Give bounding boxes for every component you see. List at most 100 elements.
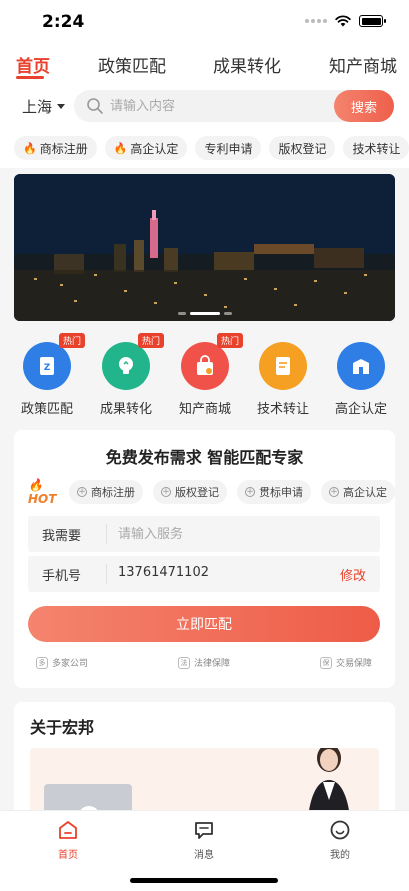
flame-icon: 🔥 <box>28 478 43 492</box>
shield-icon: 多 <box>36 656 48 669</box>
tab-policy-match[interactable]: 政策匹配 <box>98 52 166 77</box>
quick-tag-label: 高企认定 <box>130 141 179 156</box>
need-input[interactable] <box>118 516 338 552</box>
bottom-tab-home[interactable]: 首页 <box>38 819 98 861</box>
home-icon <box>59 821 77 839</box>
profile-icon <box>330 820 350 840</box>
building-icon <box>337 342 385 390</box>
bottom-tab-bar: 首页 消息 我的 <box>0 810 409 891</box>
battery-icon <box>359 15 386 27</box>
need-field: 我需要 <box>28 516 380 552</box>
match-now-button[interactable]: 立即匹配 <box>28 606 380 642</box>
carousel-indicator <box>177 312 232 315</box>
quick-tag-trademark[interactable]: 🔥 商标注册 <box>14 136 97 160</box>
shield-icon: 保 <box>320 656 332 669</box>
guarantee-transaction: 保交易保障 <box>320 656 372 669</box>
hot-chip-high-tech[interactable]: + 高企认定 <box>321 480 395 504</box>
grid-item-label: 成果转化 <box>99 402 152 417</box>
modify-phone-link[interactable]: 修改 <box>340 565 366 584</box>
shopping-bag-icon: 热门 <box>181 333 243 390</box>
search-bar: 搜索 <box>74 90 394 122</box>
quick-tag-high-tech[interactable]: 🔥 高企认定 <box>104 136 188 160</box>
hot-chip-standard[interactable]: + 贯标申请 <box>237 480 311 504</box>
flame-icon: 🔥 <box>113 141 128 155</box>
guarantee-label: 法律保障 <box>194 659 231 669</box>
service-grid: Z 热门 政策匹配 热门 成果转化 热门 知产商城 技术转让 高企认定 <box>0 333 409 420</box>
hot-logo: 🔥HOT <box>28 478 59 506</box>
bottom-tab-label: 消息 <box>194 850 214 861</box>
grid-item-label: 政策匹配 <box>20 402 73 417</box>
phone-value: 13761471102 <box>118 565 209 580</box>
signal-icon <box>305 19 327 23</box>
quick-tag-patent[interactable]: 专利申请 <box>195 136 262 160</box>
hot-badge: 热门 <box>137 333 164 348</box>
hot-badge: 热门 <box>58 333 85 348</box>
grid-item-high-tech-certification[interactable]: 高企认定 <box>321 334 401 417</box>
phone-label: 手机号 <box>42 569 82 584</box>
guarantees-row: 多多家公司 法法律保障 保交易保障 <box>14 656 395 672</box>
status-bar: 2:24 <box>0 0 409 46</box>
plus-icon: + <box>329 487 339 497</box>
guarantee-label: 交易保障 <box>336 659 373 669</box>
bottom-tab-messages[interactable]: 消息 <box>174 819 234 861</box>
grid-item-label: 高企认定 <box>334 402 387 417</box>
grid-item-policy-match[interactable]: Z 热门 政策匹配 <box>7 333 87 417</box>
bulb-icon: 热门 <box>102 333 164 390</box>
city-selector[interactable]: 上海 <box>22 96 66 117</box>
grid-item-tech-transfer[interactable]: 技术转让 <box>243 334 323 417</box>
field-divider <box>106 524 107 544</box>
grid-item-ip-mall[interactable]: 热门 知产商城 <box>165 333 245 417</box>
bottom-tab-label: 首页 <box>58 850 78 861</box>
quick-tag-tech-transfer[interactable]: 技术转让 <box>343 136 409 160</box>
status-icons <box>305 15 386 27</box>
banner-carousel[interactable] <box>14 174 395 321</box>
plus-icon: + <box>77 487 87 497</box>
quick-tag-copyright[interactable]: 版权登记 <box>269 136 336 160</box>
about-card: 关于宏邦 <box>14 702 395 822</box>
plus-icon: + <box>245 487 255 497</box>
phone-field: 手机号 13761471102 修改 <box>28 556 380 592</box>
hot-chip-label: 高企认定 <box>343 486 387 499</box>
tab-ip-mall[interactable]: 知产商城 <box>329 52 397 77</box>
policy-icon: Z 热门 <box>23 333 85 390</box>
match-card-title: 免费发布需求 智能匹配专家 <box>105 448 304 467</box>
search-icon <box>87 98 103 114</box>
shield-icon: 法 <box>178 656 190 669</box>
city-label: 上海 <box>22 98 53 116</box>
document-icon <box>259 342 307 390</box>
hot-chip-label: 版权登记 <box>175 486 219 499</box>
quick-tag-label: 商标注册 <box>39 141 88 156</box>
quick-tags: 🔥 商标注册 🔥 高企认定 专利申请 版权登记 技术转让 <box>14 136 409 160</box>
grid-item-label: 技术转让 <box>256 402 309 417</box>
search-button[interactable]: 搜索 <box>334 90 394 122</box>
guarantee-companies: 多多家公司 <box>36 656 88 669</box>
search-input[interactable] <box>110 90 330 122</box>
flame-icon: 🔥 <box>23 141 37 155</box>
hot-chip-trademark[interactable]: + 商标注册 <box>69 480 143 504</box>
grid-item-achievement-transfer[interactable]: 热门 成果转化 <box>86 333 166 417</box>
field-divider <box>106 564 107 584</box>
hot-chips-row: 🔥HOT + 商标注册 + 版权登记 + 贯标申请 + 高企认定 <box>28 478 395 506</box>
guarantee-label: 多家公司 <box>52 659 89 669</box>
message-icon <box>195 822 213 839</box>
bottom-tab-label: 我的 <box>330 850 350 861</box>
match-card: 免费发布需求 智能匹配专家 🔥HOT + 商标注册 + 版权登记 + 贯标申请 + 高企… <box>14 430 395 688</box>
bottom-tab-profile[interactable]: 我的 <box>310 819 370 861</box>
hot-badge: 热门 <box>216 333 243 348</box>
city-skyline-image <box>14 174 395 321</box>
top-tabs: 首页 政策匹配 成果转化 知产商城 <box>0 46 409 86</box>
need-label: 我需要 <box>42 529 82 544</box>
tab-achievement-transfer[interactable]: 成果转化 <box>213 52 281 77</box>
tab-home[interactable]: 首页 <box>16 52 50 77</box>
grid-item-label: 知产商城 <box>178 402 231 417</box>
hot-chip-label: 商标注册 <box>91 486 135 499</box>
guarantee-legal: 法法律保障 <box>178 656 230 669</box>
about-title: 关于宏邦 <box>30 718 95 737</box>
hot-logo-text: HOT <box>28 492 57 506</box>
wifi-icon <box>335 15 351 27</box>
hot-chip-copyright[interactable]: + 版权登记 <box>153 480 227 504</box>
active-tab-indicator <box>16 76 44 79</box>
home-indicator <box>130 878 278 883</box>
hot-chip-label: 贯标申请 <box>259 486 303 499</box>
caret-down-icon <box>57 104 66 109</box>
